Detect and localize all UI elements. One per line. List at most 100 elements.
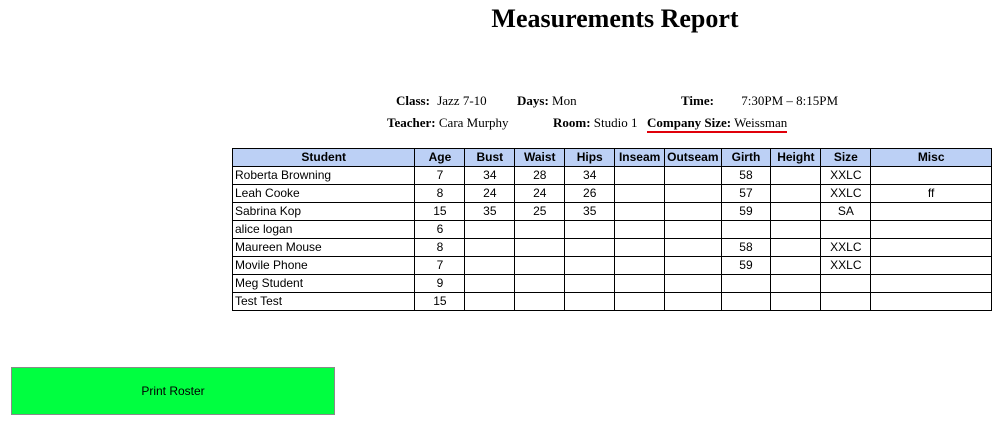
- table-row: Movile Phone 7 59 XXLC: [231, 256, 992, 275]
- column-header-hips: Hips: [564, 148, 616, 167]
- cell-inseam: [614, 166, 666, 185]
- cell-waist: [514, 274, 566, 293]
- column-header-bust: Bust: [464, 148, 516, 167]
- cell-size: [820, 274, 872, 293]
- cell-bust: 24: [464, 184, 516, 203]
- teacher-info: Teacher: Cara Murphy: [387, 115, 509, 131]
- room-label: Room:: [553, 115, 591, 130]
- column-header-height: Height: [770, 148, 822, 167]
- cell-girth: 59: [720, 256, 772, 275]
- cell-bust: [464, 256, 516, 275]
- cell-misc: [870, 238, 992, 257]
- cell-misc: [870, 274, 992, 293]
- column-header-waist: Waist: [514, 148, 566, 167]
- cell-height: [770, 274, 822, 293]
- cell-size: SA: [820, 202, 872, 221]
- cell-age: 7: [414, 166, 466, 185]
- cell-age: 8: [414, 238, 466, 257]
- company-size-underline: Company Size: Weissman: [647, 115, 788, 133]
- company-size-info: Company Size: Weissman: [647, 115, 788, 133]
- cell-age: 15: [414, 292, 466, 311]
- class-info: Class: Jazz 7-10: [396, 93, 487, 109]
- class-label: Class:: [396, 93, 430, 108]
- cell-hips: 35: [564, 202, 616, 221]
- cell-girth: 59: [720, 202, 772, 221]
- cell-waist: [514, 220, 566, 239]
- column-header-student: Student: [231, 148, 416, 167]
- table-row: Meg Student 9: [231, 274, 992, 293]
- cell-height: [770, 184, 822, 203]
- cell-hips: [564, 238, 616, 257]
- cell-misc: [870, 220, 992, 239]
- days-value: Mon: [552, 93, 577, 108]
- table-row: Maureen Mouse 8 58 XXLC: [231, 238, 992, 257]
- cell-outseam: [664, 238, 722, 257]
- cell-hips: [564, 256, 616, 275]
- cell-size: XXLC: [820, 166, 872, 185]
- print-roster-button[interactable]: Print Roster: [11, 367, 335, 415]
- cell-size: [820, 220, 872, 239]
- cell-inseam: [614, 202, 666, 221]
- cell-waist: [514, 292, 566, 311]
- cell-girth: [720, 292, 772, 311]
- cell-inseam: [614, 184, 666, 203]
- cell-height: [770, 238, 822, 257]
- room-info: Room: Studio 1: [553, 115, 638, 131]
- column-header-inseam: Inseam: [614, 148, 666, 167]
- cell-misc: [870, 202, 992, 221]
- table-row: Test Test 15: [231, 292, 992, 311]
- cell-hips: 34: [564, 166, 616, 185]
- cell-student: Meg Student: [231, 274, 416, 293]
- company-size-label: Company Size:: [647, 115, 732, 130]
- table-row: Sabrina Kop 15 35 25 35 59 SA: [231, 202, 992, 221]
- table-row: Leah Cooke 8 24 24 26 57 XXLC ff: [231, 184, 992, 203]
- class-value: Jazz 7-10: [437, 93, 487, 108]
- cell-bust: 34: [464, 166, 516, 185]
- measurements-table: Student Age Bust Waist Hips Inseam Outse…: [231, 148, 992, 311]
- cell-inseam: [614, 292, 666, 311]
- cell-misc: [870, 292, 992, 311]
- column-header-misc: Misc: [870, 148, 992, 167]
- cell-height: [770, 166, 822, 185]
- room-value: Studio 1: [593, 115, 638, 130]
- cell-girth: 58: [720, 166, 772, 185]
- table-row: Roberta Browning 7 34 28 34 58 XXLC: [231, 166, 992, 185]
- table-body: Roberta Browning 7 34 28 34 58 XXLC Leah Cooke 8…: [231, 166, 992, 311]
- cell-bust: 35: [464, 202, 516, 221]
- cell-student: Movile Phone: [231, 256, 416, 275]
- teacher-label: Teacher:: [387, 115, 436, 130]
- cell-size: XXLC: [820, 256, 872, 275]
- cell-student: Leah Cooke: [231, 184, 416, 203]
- cell-inseam: [614, 238, 666, 257]
- cell-girth: [720, 220, 772, 239]
- time-value: 7:30PM – 8:15PM: [741, 93, 839, 108]
- cell-bust: [464, 274, 516, 293]
- cell-girth: 57: [720, 184, 772, 203]
- cell-misc: ff: [870, 184, 992, 203]
- cell-outseam: [664, 202, 722, 221]
- cell-girth: 58: [720, 238, 772, 257]
- cell-age: 9: [414, 274, 466, 293]
- table-header-row: Student Age Bust Waist Hips Inseam Outse…: [231, 148, 992, 167]
- days-info: Days: Mon: [517, 93, 577, 109]
- cell-student: Test Test: [231, 292, 416, 311]
- column-header-outseam: Outseam: [664, 148, 722, 167]
- cell-student: alice logan: [231, 220, 416, 239]
- table-row: alice logan 6: [231, 220, 992, 239]
- cell-outseam: [664, 274, 722, 293]
- cell-size: XXLC: [820, 184, 872, 203]
- cell-hips: [564, 292, 616, 311]
- cell-outseam: [664, 220, 722, 239]
- cell-hips: [564, 274, 616, 293]
- cell-age: 8: [414, 184, 466, 203]
- days-label: Days:: [517, 93, 549, 108]
- cell-height: [770, 202, 822, 221]
- column-header-size: Size: [820, 148, 872, 167]
- cell-waist: 28: [514, 166, 566, 185]
- cell-hips: [564, 220, 616, 239]
- cell-outseam: [664, 166, 722, 185]
- cell-waist: [514, 238, 566, 257]
- cell-size: XXLC: [820, 238, 872, 257]
- cell-outseam: [664, 292, 722, 311]
- page-title: Measurements Report: [491, 4, 739, 33]
